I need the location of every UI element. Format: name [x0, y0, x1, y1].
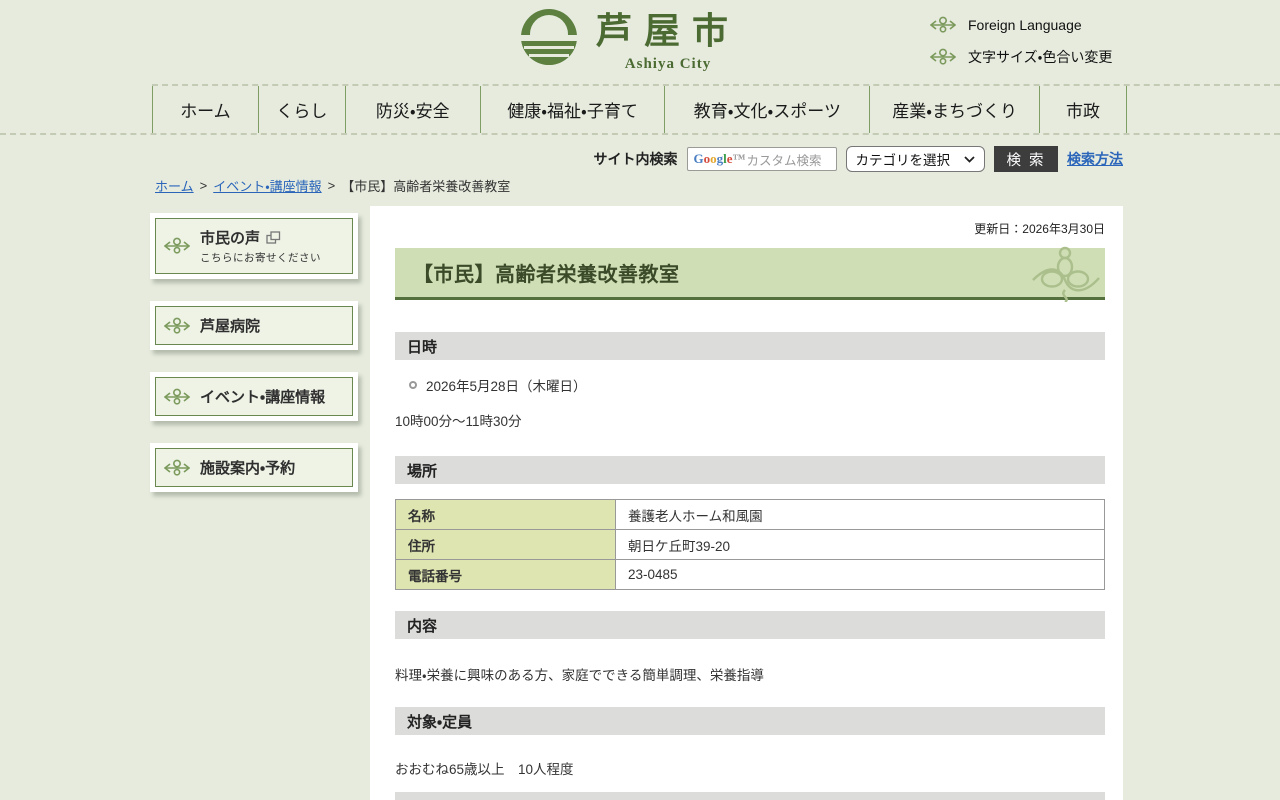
nav-item-shisei[interactable]: 市政	[1039, 86, 1126, 133]
event-content: 料理・栄養に興味のある方、家庭でできる簡単調理、栄養指導	[395, 664, 764, 684]
section-header-place: 場所	[395, 456, 1105, 484]
site-name-en: Ashiya City	[596, 56, 740, 73]
section-header-target: 対象・定員	[395, 707, 1105, 735]
text-size-color-link[interactable]: 文字サイズ・色合い変更	[930, 47, 1112, 67]
sidebar-item-shisetsu-yoyaku[interactable]: 施設案内・予約	[150, 443, 358, 492]
category-select-value: カテゴリを選択	[856, 149, 951, 169]
place-address-label: 住所	[396, 530, 616, 560]
table-row: 住所 朝日ケ丘町39-20	[396, 530, 1105, 560]
page: 芦屋市 Ashiya City Foreign Language 文字サイズ・色…	[0, 0, 1280, 800]
nav-item-bousai[interactable]: 防災・安全	[345, 86, 480, 133]
site-logo[interactable]: 芦屋市 Ashiya City	[520, 8, 740, 73]
main-content: 更新日：2026年3月30日 【市民】高齢者栄養改善教室 日時 2026年5月2…	[370, 206, 1123, 800]
place-name-value: 養護老人ホーム和風園	[616, 500, 1105, 530]
table-row: 名称 養護老人ホーム和風園	[396, 500, 1105, 530]
event-date: 2026年5月28日（木曜日）	[409, 375, 587, 395]
breadcrumb-home[interactable]: ホーム	[155, 176, 194, 195]
site-name: 芦屋市	[596, 11, 740, 51]
table-row: 電話番号 23-0485	[396, 560, 1105, 590]
breadcrumb-separator: >	[328, 178, 336, 193]
nav-item-home[interactable]: ホーム	[152, 86, 258, 133]
page-title: 【市民】高齢者栄養改善教室	[395, 258, 680, 287]
search-button[interactable]: 検 索	[994, 146, 1058, 172]
breadcrumb-events[interactable]: イベント・講座情報	[213, 176, 321, 195]
event-target: おおむね65歳以上 10人程度	[395, 758, 574, 778]
category-select[interactable]: カテゴリを選択	[846, 146, 986, 172]
sidebar-item-label: 芦屋病院	[200, 315, 260, 336]
header-quick-links: Foreign Language 文字サイズ・色合い変更	[930, 16, 1112, 67]
breadcrumb-separator: >	[200, 178, 208, 193]
breadcrumb-current: 【市民】高齢者栄養改善教室	[341, 176, 510, 195]
sidebar-item-shimin-no-koe[interactable]: 市民の声 こちらにお寄せください	[150, 213, 358, 279]
external-link-icon	[266, 231, 281, 244]
knot-ornament-icon	[1029, 246, 1101, 302]
breadcrumb: ホーム > イベント・講座情報 > 【市民】高齢者栄養改善教室	[155, 176, 510, 195]
city-emblem-icon	[520, 8, 578, 66]
google-brand-placeholder: Google™	[694, 151, 746, 167]
section-header-content: 内容	[395, 611, 1105, 639]
foreign-language-label: Foreign Language	[968, 17, 1082, 33]
section-header-datetime: 日時	[395, 332, 1105, 360]
nav-item-kenkou[interactable]: 健康・福祉・子育て	[480, 86, 665, 133]
page-title-banner: 【市民】高齢者栄養改善教室	[395, 248, 1105, 300]
global-nav-strip: ホーム くらし 防災・安全 健康・福祉・子育て 教育・文化・スポーツ 産業・まち…	[0, 84, 1280, 135]
ornament-icon	[164, 388, 190, 406]
section-header-partial	[395, 792, 1105, 800]
sidebar-item-label: 市民の声	[200, 227, 260, 248]
place-phone-value: 23-0485	[616, 560, 1105, 590]
global-nav: ホーム くらし 防災・安全 健康・福祉・子育て 教育・文化・スポーツ 産業・まち…	[152, 86, 1127, 133]
event-time: 10時00分～11時30分	[395, 410, 522, 430]
search-input[interactable]: Google™ カスタム検索	[687, 147, 837, 171]
place-name-label: 名称	[396, 500, 616, 530]
foreign-language-link[interactable]: Foreign Language	[930, 16, 1112, 34]
sidebar-item-label: イベント・講座情報	[200, 386, 325, 407]
sidebar-item-ashiya-hospital[interactable]: 芦屋病院	[150, 301, 358, 350]
sidebar: 市民の声 こちらにお寄せください 芦屋病院	[150, 213, 358, 514]
nav-item-kurashi[interactable]: くらし	[258, 86, 345, 133]
text-size-color-label: 文字サイズ・色合い変更	[968, 47, 1112, 67]
ornament-icon	[164, 459, 190, 477]
place-phone-label: 電話番号	[396, 560, 616, 590]
updated-date: 更新日：2026年3月30日	[974, 220, 1105, 237]
chevron-down-icon	[964, 156, 975, 163]
site-search-label: サイト内検索	[594, 149, 678, 169]
sidebar-item-event-kouza[interactable]: イベント・講座情報	[150, 372, 358, 421]
site-search: サイト内検索 Google™ カスタム検索 カテゴリを選択 検 索 検索方法	[594, 146, 1124, 172]
place-address-value: 朝日ケ丘町39-20	[616, 530, 1105, 560]
search-help-link[interactable]: 検索方法	[1067, 149, 1123, 169]
nav-item-kyouiku[interactable]: 教育・文化・スポーツ	[664, 86, 869, 133]
ornament-icon	[164, 317, 190, 335]
ornament-icon	[930, 16, 956, 34]
place-table: 名称 養護老人ホーム和風園 住所 朝日ケ丘町39-20 電話番号 23-0485	[395, 499, 1105, 590]
sidebar-item-sublabel: こちらにお寄せください	[200, 250, 321, 265]
ornament-icon	[164, 237, 190, 255]
nav-item-sangyou[interactable]: 産業・まちづくり	[869, 86, 1039, 133]
sidebar-item-label: 施設案内・予約	[200, 457, 295, 478]
search-placeholder: カスタム検索	[747, 150, 822, 169]
ornament-icon	[930, 48, 956, 66]
bullet-ring-icon	[409, 381, 417, 389]
